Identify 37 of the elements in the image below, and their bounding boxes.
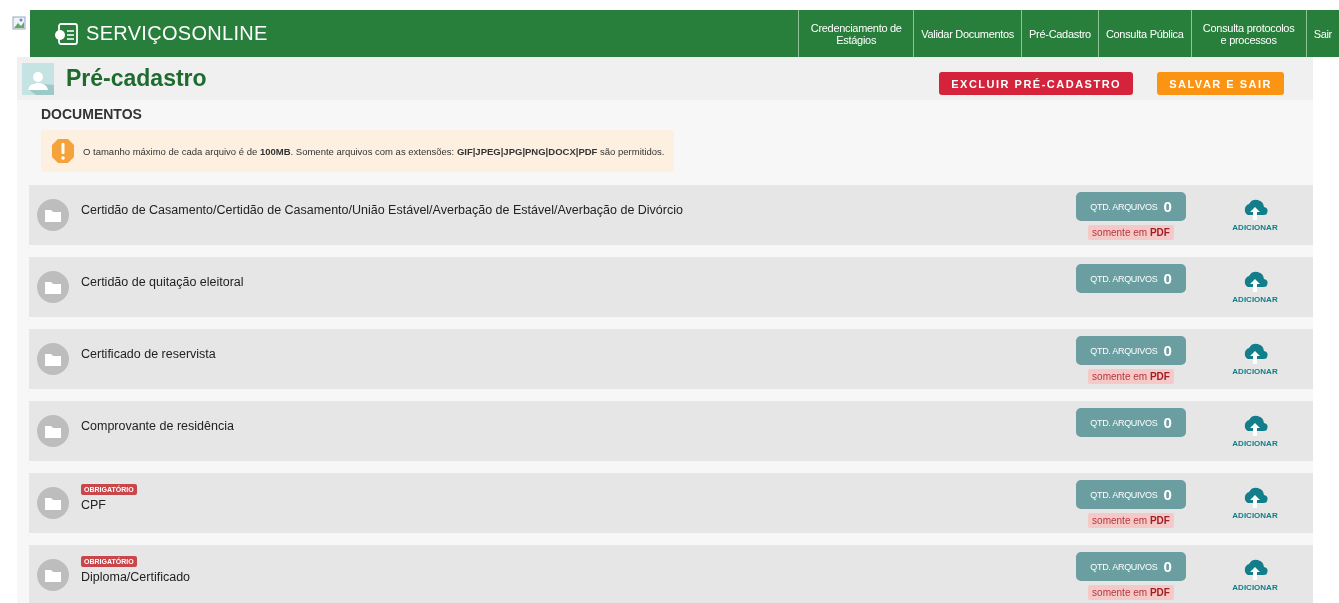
file-count-badge: QTD. ARQUIVOS 0 — [1076, 480, 1186, 509]
add-button[interactable]: ADICIONAR — [1205, 414, 1305, 448]
page-title: Pré-cadastro — [66, 65, 208, 92]
folder-icon — [37, 343, 69, 375]
delete-button[interactable]: EXCLUIR PRÉ-CADASTRO — [939, 72, 1134, 95]
document-name: Comprovante de residência — [81, 419, 234, 433]
document-name: Diploma/Certificado — [81, 570, 191, 584]
pdf-only-note: somente em PDF — [1088, 225, 1174, 240]
pdf-only-note: somente em PDF — [1088, 369, 1174, 384]
pdf-only-note: somente em PDF — [1088, 513, 1174, 528]
pdf-only-note: somente em PDF — [1088, 585, 1174, 600]
folder-icon — [37, 271, 69, 303]
add-button[interactable]: ADICIONAR — [1205, 270, 1305, 304]
document-name: Certidão de quitação eleitoral — [81, 275, 244, 289]
add-button[interactable]: ADICIONAR — [1205, 198, 1305, 232]
add-button[interactable]: ADICIONAR — [1205, 558, 1305, 592]
add-button[interactable]: ADICIONAR — [1205, 486, 1305, 520]
site-title: SERVIÇOSONLINE — [86, 22, 268, 45]
warning-icon — [51, 138, 75, 164]
folder-icon — [37, 199, 69, 231]
add-button[interactable]: ADICIONAR — [1205, 342, 1305, 376]
document-name: Certificado de reservista — [81, 347, 216, 361]
folder-icon — [37, 559, 69, 591]
folder-icon — [37, 415, 69, 447]
document-name: CPF — [81, 498, 106, 512]
section-title: DOCUMENTOS — [41, 106, 143, 122]
file-count-badge: QTD. ARQUIVOS 0 — [1076, 192, 1186, 221]
file-count-badge: QTD. ARQUIVOS 0 — [1076, 264, 1186, 293]
file-count-badge: QTD. ARQUIVOS 0 — [1076, 336, 1186, 365]
broken-image-icon — [12, 16, 26, 30]
notice-text: O tamanho máximo de cada arquivo é de 100MB. Somente arquivos com as extensões: GIF|JPEG|JPG|PNG|DOCX|PDF são permitidos. — [83, 145, 665, 157]
document-name: Certidão de Casamento/Certidão de Casamento/União Estável/Averbação de Estável/Averbação de Divórcio — [81, 203, 683, 217]
file-count-badge: QTD. ARQUIVOS 0 — [1076, 408, 1186, 437]
folder-icon — [37, 487, 69, 519]
user-icon — [22, 62, 54, 95]
file-count-badge: QTD. ARQUIVOS 0 — [1076, 552, 1186, 581]
document-globe-icon — [54, 22, 78, 45]
